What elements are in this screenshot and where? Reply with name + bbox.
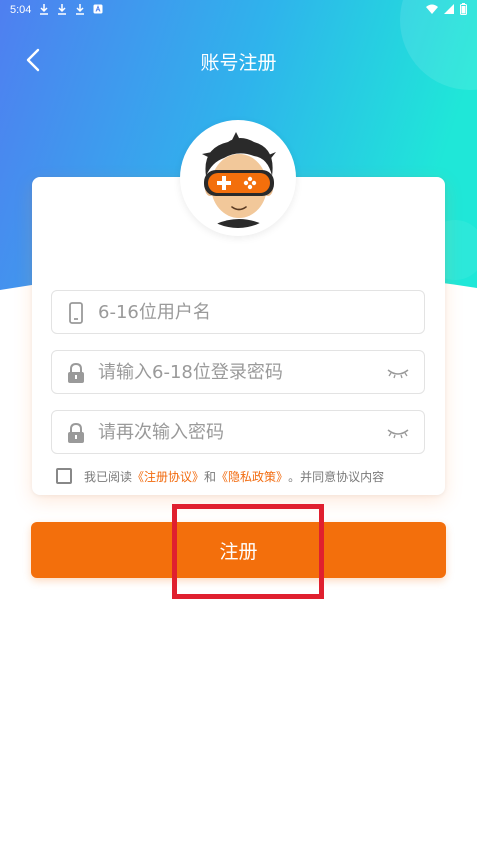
status-bar: 5:04 xyxy=(0,0,477,20)
status-time: 5:04 xyxy=(10,4,32,16)
register-button[interactable]: 注册 xyxy=(31,522,446,578)
agreement-suffix: 。并同意协议内容 xyxy=(288,469,385,484)
title-bar: 账号注册 xyxy=(0,40,477,80)
avatar xyxy=(180,120,296,236)
lock-icon xyxy=(66,362,86,384)
app-notification-icon xyxy=(93,4,103,17)
agreement-and: 和 xyxy=(204,469,217,484)
download-icon xyxy=(57,3,67,18)
lock-icon xyxy=(66,422,86,444)
agreement-checkbox[interactable] xyxy=(56,468,72,484)
privacy-link[interactable]: 《隐私政策》 xyxy=(216,468,288,485)
signal-icon xyxy=(444,3,454,17)
agreement-prefix: 我已阅读 xyxy=(84,469,133,484)
eye-closed-icon[interactable] xyxy=(386,365,410,379)
confirm-password-field[interactable] xyxy=(51,410,425,454)
terms-link[interactable]: 《注册协议》 xyxy=(132,468,204,485)
username-field[interactable] xyxy=(51,290,425,334)
username-input[interactable] xyxy=(98,291,378,333)
confirm-password-input[interactable] xyxy=(98,411,378,453)
battery-icon xyxy=(460,2,467,18)
page-title: 账号注册 xyxy=(200,52,277,74)
phone-icon xyxy=(66,302,86,324)
wifi-icon xyxy=(426,4,438,17)
password-input[interactable] xyxy=(98,351,378,393)
avatar-image xyxy=(188,128,288,228)
password-field[interactable] xyxy=(51,350,425,394)
eye-closed-icon[interactable] xyxy=(386,425,410,439)
agreement-row: 我已阅读 《注册协议》 和 《隐私政策》 。并同意协议内容 xyxy=(56,466,384,486)
download-icon xyxy=(75,3,85,18)
download-icon xyxy=(39,3,49,18)
